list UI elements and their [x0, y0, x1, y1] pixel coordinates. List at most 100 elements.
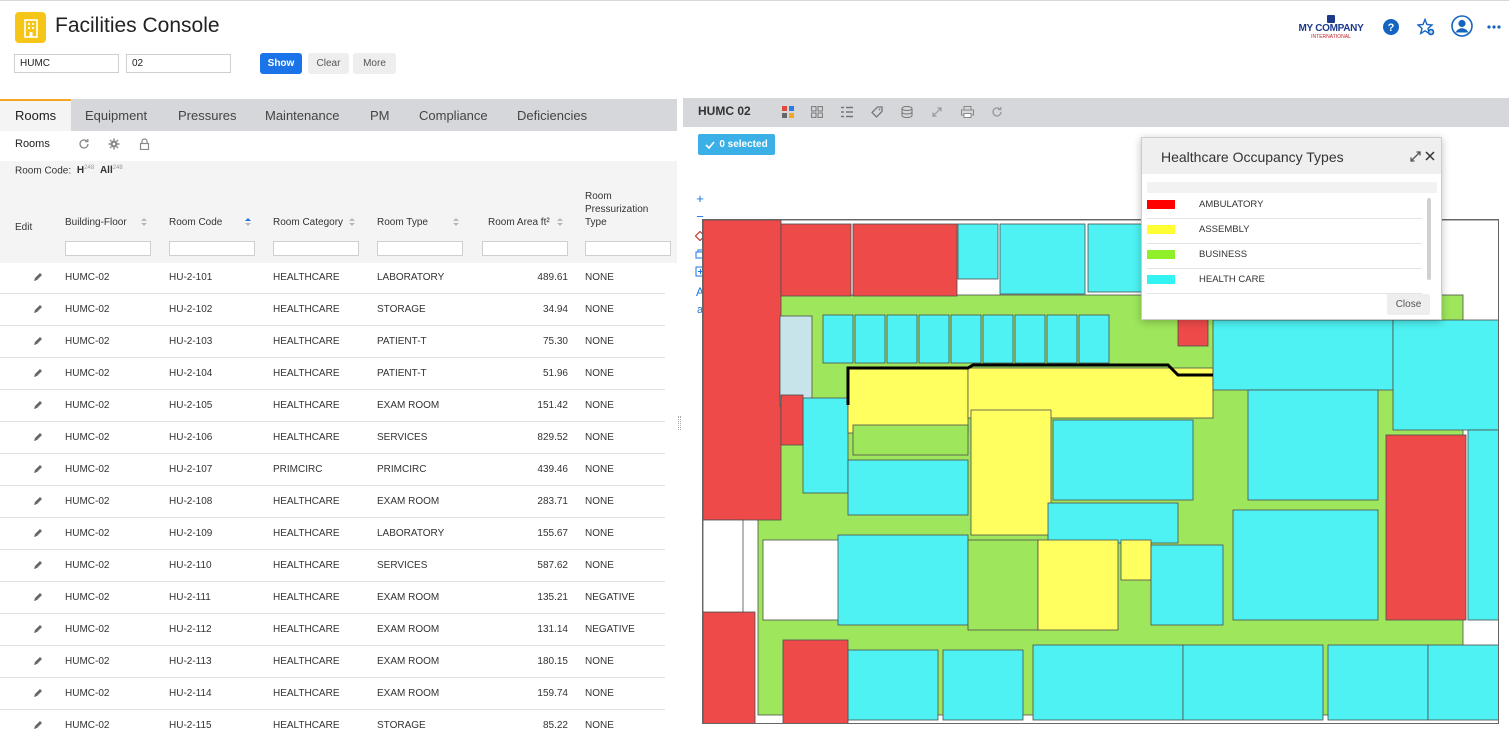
edit-pencil-icon[interactable]	[33, 368, 43, 378]
room-assembly[interactable]	[847, 367, 969, 434]
splitter-handle[interactable]	[678, 416, 681, 430]
legend-scrollbar[interactable]	[1427, 198, 1431, 280]
sort-ascending-icon[interactable]	[245, 218, 251, 227]
filter-room-area[interactable]	[482, 241, 568, 256]
zoom-in-icon[interactable]: +	[693, 192, 707, 206]
tab-deficiencies[interactable]: Deficiencies	[517, 99, 587, 131]
more-options-icon[interactable]	[1484, 17, 1504, 37]
room-health-care[interactable]	[847, 459, 969, 516]
room-void[interactable]	[703, 519, 744, 613]
table-row[interactable]: HUMC-02 HU-2-103 HEALTHCARE PATIENT-T 75.30 N…	[0, 326, 665, 358]
room-health-care[interactable]	[1467, 429, 1499, 621]
column-header-room-type[interactable]: Room Type	[377, 216, 428, 229]
table-row[interactable]: HUMC-02 HU-2-115 HEALTHCARE STORAGE 85.22 NON…	[0, 710, 665, 739]
table-row[interactable]: HUMC-02 HU-2-108 HEALTHCARE EXAM ROOM 283.71…	[0, 486, 665, 518]
user-avatar-icon[interactable]	[1450, 14, 1474, 38]
room-health-care[interactable]	[1232, 509, 1379, 621]
legend-item[interactable]: BUSINESS	[1147, 244, 1422, 269]
floor-input[interactable]	[126, 54, 231, 73]
room-health-care[interactable]	[837, 534, 969, 626]
room-health-care[interactable]	[942, 649, 1024, 721]
room-health-care[interactable]	[847, 649, 939, 721]
room-health-care[interactable]	[1052, 419, 1194, 501]
room-ambulatory[interactable]	[703, 611, 756, 724]
table-row[interactable]: HUMC-02 HU-2-112 HEALTHCARE EXAM ROOM 131.14…	[0, 614, 665, 646]
legend-close-button[interactable]: Close	[1387, 294, 1430, 315]
maximize-icon[interactable]	[1409, 150, 1421, 162]
tag-icon[interactable]	[870, 105, 884, 119]
room-assembly[interactable]	[1037, 539, 1119, 631]
filter-room-category[interactable]	[273, 241, 359, 256]
sort-icon[interactable]	[557, 218, 563, 227]
table-row[interactable]: HUMC-02 HU-2-101 HEALTHCARE LABORATORY 489.6…	[0, 262, 665, 294]
room-health-care[interactable]	[886, 314, 918, 364]
column-header-pressurization-type[interactable]: Room Pressurization Type	[585, 190, 660, 229]
room-ambulatory[interactable]	[780, 394, 804, 446]
expand-icon[interactable]	[930, 105, 944, 119]
room-ambulatory[interactable]	[852, 223, 958, 297]
room-health-care[interactable]	[918, 314, 950, 364]
room-health-care[interactable]	[1047, 502, 1179, 544]
room-health-care[interactable]	[950, 314, 982, 364]
refresh-drawing-icon[interactable]	[990, 105, 1004, 119]
room-health-care[interactable]	[1046, 314, 1078, 364]
table-row[interactable]: HUMC-02 HU-2-105 HEALTHCARE EXAM ROOM 151.42…	[0, 390, 665, 422]
room-assembly[interactable]	[970, 409, 1052, 536]
room-health-care[interactable]	[1212, 319, 1394, 391]
edit-pencil-icon[interactable]	[33, 464, 43, 474]
room-code-filter-all[interactable]: All	[100, 165, 113, 176]
room-business[interactable]	[852, 424, 969, 456]
more-button[interactable]: More	[353, 53, 396, 74]
edit-pencil-icon[interactable]	[33, 272, 43, 282]
tab-compliance[interactable]: Compliance	[419, 99, 488, 131]
room-business[interactable]	[967, 539, 1039, 631]
edit-pencil-icon[interactable]	[33, 656, 43, 666]
table-row[interactable]: HUMC-02 HU-2-113 HEALTHCARE EXAM ROOM 180.15…	[0, 646, 665, 678]
sort-icon[interactable]	[141, 218, 147, 227]
room-ambulatory[interactable]	[780, 223, 852, 297]
edit-pencil-icon[interactable]	[33, 624, 43, 634]
room-health-care[interactable]	[1327, 644, 1429, 721]
color-grid-icon[interactable]	[781, 105, 795, 119]
filter-pressurization-type[interactable]	[585, 241, 671, 256]
room-health-care[interactable]	[999, 223, 1086, 295]
help-icon[interactable]: ?	[1381, 17, 1401, 37]
selected-count-badge[interactable]: 0 selected	[698, 134, 775, 155]
legend-item[interactable]: AMBULATORY	[1147, 194, 1422, 219]
show-button[interactable]: Show	[260, 53, 302, 74]
star-add-icon[interactable]	[1416, 17, 1436, 37]
room-health-care[interactable]	[1150, 544, 1224, 626]
room-health-care[interactable]	[1014, 314, 1046, 364]
room-stair[interactable]	[779, 315, 813, 407]
filter-building-floor[interactable]	[65, 241, 151, 256]
legend-item[interactable]: ASSEMBLY	[1147, 219, 1422, 244]
edit-pencil-icon[interactable]	[33, 560, 43, 570]
table-row[interactable]: HUMC-02 HU-2-110 HEALTHCARE SERVICES 587.62 N…	[0, 550, 665, 582]
filter-room-type[interactable]	[377, 241, 463, 256]
tab-maintenance[interactable]: Maintenance	[265, 99, 339, 131]
column-header-room-area[interactable]: Room Area ft²	[488, 216, 550, 229]
room-health-care[interactable]	[822, 314, 854, 364]
column-header-building-floor[interactable]: Building-Floor	[65, 216, 127, 229]
room-health-care[interactable]	[1182, 644, 1324, 721]
table-row[interactable]: HUMC-02 HU-2-106 HEALTHCARE SERVICES 829.52 N…	[0, 422, 665, 454]
table-row[interactable]: HUMC-02 HU-2-111 HEALTHCARE EXAM ROOM 135.21…	[0, 582, 665, 614]
table-row[interactable]: HUMC-02 HU-2-109 HEALTHCARE LABORATORY 155.6…	[0, 518, 665, 550]
grid-icon[interactable]	[810, 105, 824, 119]
edit-pencil-icon[interactable]	[33, 720, 43, 730]
table-row[interactable]: HUMC-02 HU-2-102 HEALTHCARE STORAGE 34.94 NON…	[0, 294, 665, 326]
list-icon[interactable]	[840, 105, 854, 119]
sort-icon[interactable]	[349, 218, 355, 227]
layers-icon[interactable]	[900, 105, 914, 119]
room-health-care[interactable]	[854, 314, 886, 364]
tab-equipment[interactable]: Equipment	[85, 99, 147, 131]
table-row[interactable]: HUMC-02 HU-2-107 PRIMCIRC PRIMCIRC 439.46 NON…	[0, 454, 665, 486]
room-void[interactable]	[762, 539, 844, 621]
room-assembly[interactable]	[1120, 539, 1152, 581]
tab-pressures[interactable]: Pressures	[178, 99, 237, 131]
print-icon[interactable]	[960, 105, 974, 119]
room-health-care[interactable]	[1392, 319, 1499, 431]
room-health-care[interactable]	[982, 314, 1014, 364]
close-icon[interactable]	[1424, 150, 1436, 162]
edit-pencil-icon[interactable]	[33, 432, 43, 442]
